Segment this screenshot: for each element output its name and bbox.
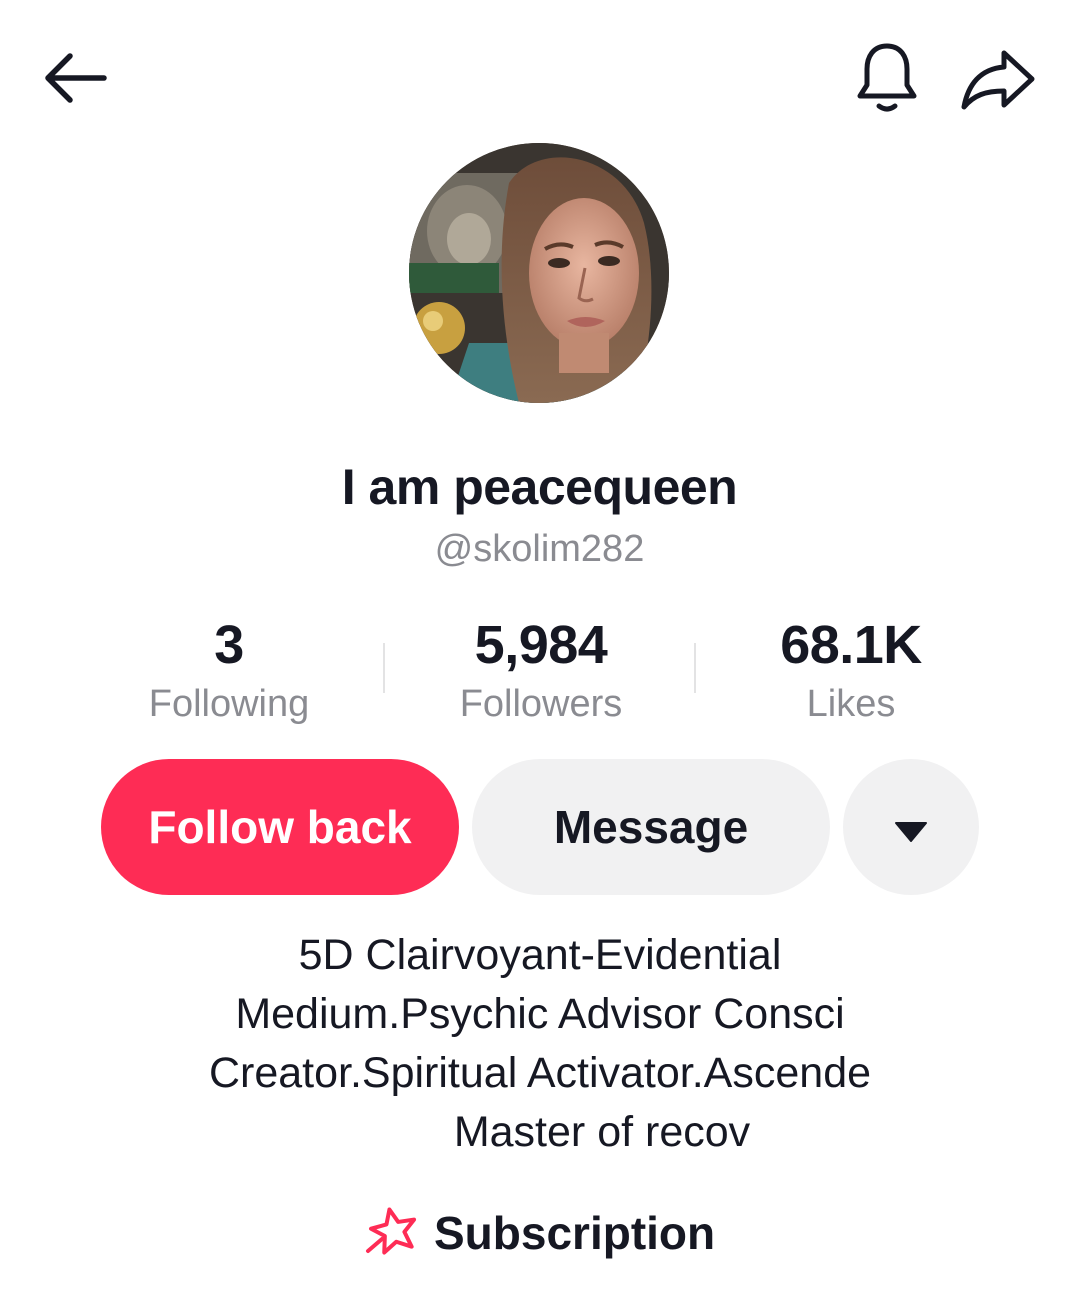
bio-line: Creator.Spiritual Activator.Ascende: [208, 1049, 872, 1097]
bell-icon: [854, 40, 920, 121]
arrow-left-icon: [40, 52, 108, 109]
share-arrow-icon: [960, 47, 1036, 116]
bio-line: 5D Clairvoyant-Evidential: [298, 931, 782, 979]
avatar[interactable]: [409, 143, 669, 403]
following-stat[interactable]: 3 Following: [79, 612, 379, 728]
more-options-button[interactable]: [843, 759, 979, 895]
following-count: 3: [214, 615, 244, 675]
back-button[interactable]: [36, 48, 112, 112]
username-handle: @skolim282: [434, 528, 645, 570]
share-button[interactable]: [956, 46, 1040, 116]
stat-divider: [694, 643, 696, 693]
following-label: Following: [148, 683, 310, 725]
bio-line: Medium.Psychic Advisor Consci: [235, 990, 845, 1038]
star-icon: [364, 1205, 420, 1262]
followers-label: Followers: [459, 683, 623, 725]
likes-stat[interactable]: 68.1K Likes: [701, 612, 1001, 728]
subscription-label: Subscription: [434, 1207, 716, 1259]
avatar-image: [409, 143, 669, 403]
notification-button[interactable]: [850, 40, 924, 120]
display-name: I am peacequeen: [341, 459, 738, 515]
caret-down-icon: [894, 800, 928, 854]
stat-divider: [383, 643, 385, 693]
followers-stat[interactable]: 5,984 Followers: [391, 612, 691, 728]
bio-line: Master of recov: [453, 1108, 751, 1156]
message-button[interactable]: Message: [472, 759, 830, 895]
likes-count: 68.1K: [780, 615, 922, 675]
followers-count: 5,984: [474, 615, 608, 675]
follow-back-button[interactable]: Follow back: [101, 759, 459, 895]
bio: 5D Clairvoyant-Evidential Medium.Psychic…: [120, 926, 960, 1162]
subscription-link[interactable]: Subscription: [364, 1198, 715, 1268]
likes-label: Likes: [806, 683, 896, 725]
